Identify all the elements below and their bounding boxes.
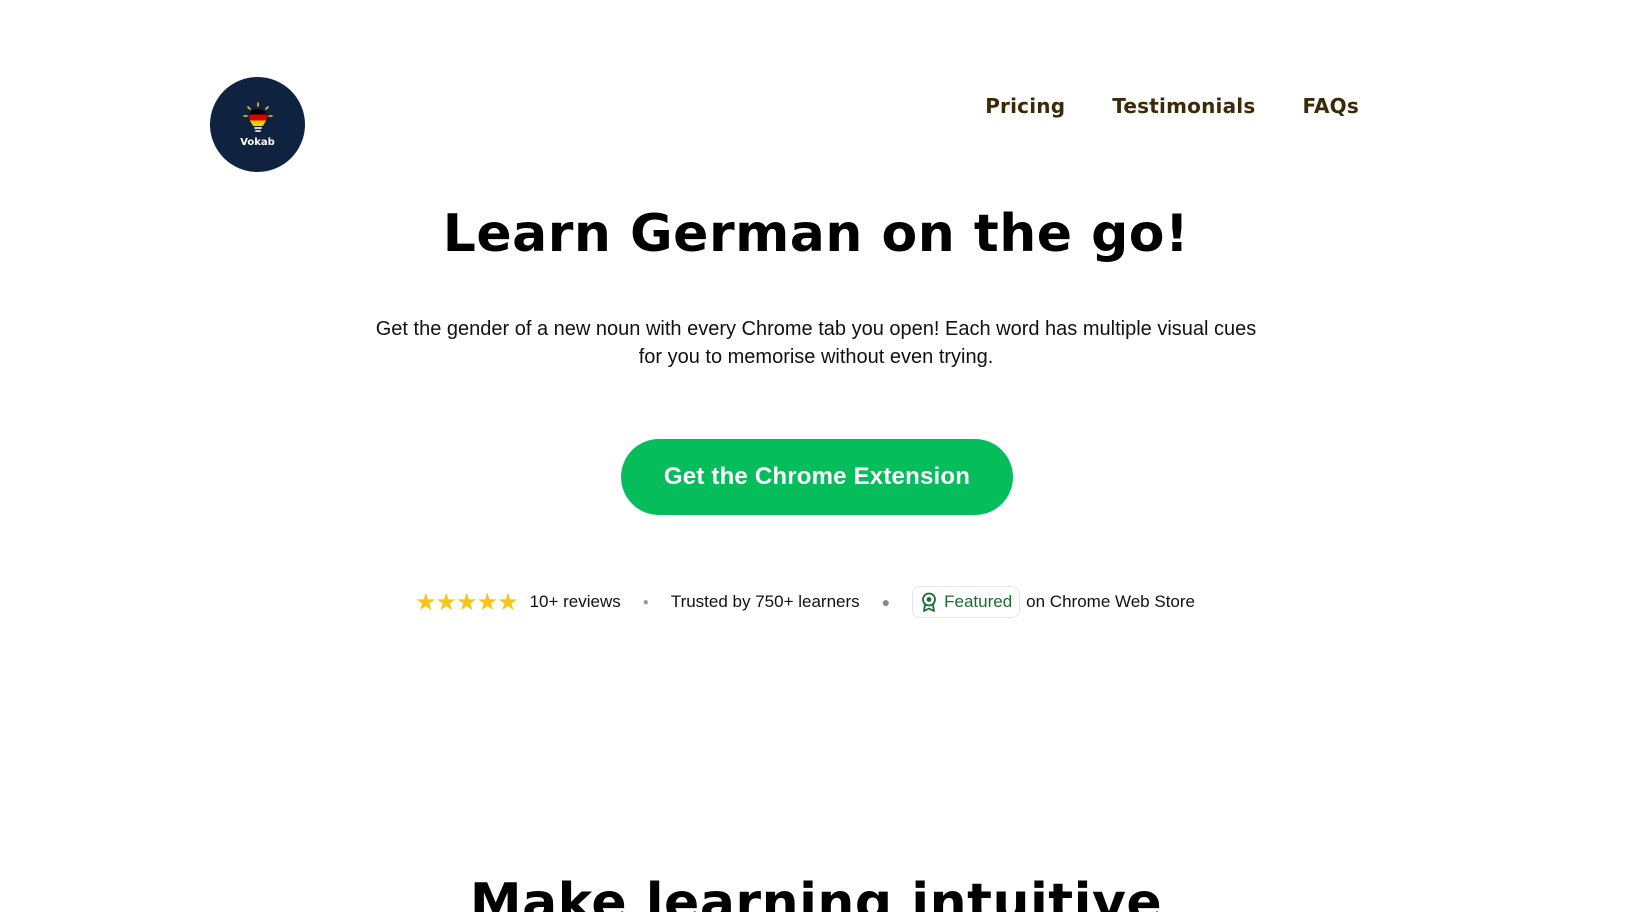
- featured-badge[interactable]: Featured: [912, 586, 1021, 618]
- nav-testimonials-link[interactable]: Testimonials: [1112, 94, 1255, 118]
- trust-row: ★★★★★ 10+ reviews ● Trusted by 750+ lear…: [415, 586, 1195, 618]
- nav-pricing-link[interactable]: Pricing: [985, 94, 1065, 118]
- logo-text: Vokab: [240, 136, 275, 148]
- section-title: Make learning intuitive: [469, 873, 1163, 912]
- nav-faqs-link[interactable]: FAQs: [1302, 94, 1359, 118]
- get-chrome-extension-button[interactable]: Get the Chrome Extension: [621, 439, 1013, 515]
- separator-dot: ●: [881, 594, 891, 610]
- lightbulb-icon: [242, 101, 273, 132]
- separator-dot: ●: [642, 596, 649, 608]
- main-nav: Pricing Testimonials FAQs: [985, 94, 1359, 118]
- award-badge-icon: [922, 592, 937, 612]
- featured-label: Featured: [944, 592, 1013, 611]
- landing-page: Vokab Pricing Testimonials FAQs Learn Ge…: [0, 0, 1632, 912]
- rating-stars-icon: ★★★★★: [415, 588, 519, 616]
- reviews-count: 10+ reviews: [529, 592, 621, 611]
- logo-link[interactable]: Vokab: [210, 77, 305, 172]
- hero-subtitle: Get the gender of a new noun with every …: [375, 318, 1257, 368]
- chrome-web-store-text: on Chrome Web Store: [1026, 592, 1195, 611]
- hero-title: Learn German on the go!: [442, 204, 1190, 264]
- learners-count: Trusted by 750+ learners: [670, 592, 860, 611]
